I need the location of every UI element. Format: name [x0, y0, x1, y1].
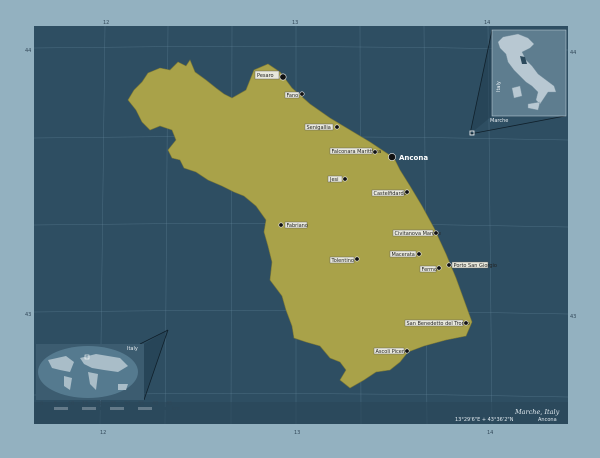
inset-italy: Italy Marche — [469, 29, 567, 136]
map-title: Marche, Italy — [514, 408, 560, 416]
tick-top-1: 13 — [292, 20, 298, 26]
tick-top-2: 14 — [484, 20, 490, 26]
city-castelfidardo[interactable]: Castelfidardo — [371, 189, 410, 197]
svg-text:Ascoli Piceno: Ascoli Piceno — [376, 349, 409, 355]
city-porto-san-giorgio[interactable]: Porto San Giorgio — [446, 261, 497, 269]
tick-left-0: 44 — [25, 48, 31, 54]
tick-right-0: 44 — [570, 50, 576, 56]
city-pesaro[interactable]: Pesaro — [254, 70, 287, 81]
tick-bottom-0: 12 — [100, 430, 106, 436]
footer: Marche, Italy 13°29'6"E + 43°36'2"N Anco… — [34, 402, 568, 424]
tick-bottom-2: 14 — [487, 430, 493, 436]
tick-left-1: 43 — [25, 312, 31, 318]
inset-world-label: Italy — [127, 346, 138, 352]
tick-top-0: 12 — [103, 20, 109, 26]
tick-right-1: 43 — [570, 314, 576, 320]
svg-text:Porto San Giorgio: Porto San Giorgio — [454, 263, 497, 269]
coordinates: 13°29'6"E + 43°36'2"N — [455, 417, 514, 423]
svg-text:Fano: Fano — [287, 93, 299, 99]
city-civitanova[interactable]: Civitanova Marche — [392, 229, 441, 237]
tick-bottom-1: 13 — [294, 430, 300, 436]
svg-text:Castelfidardo: Castelfidardo — [374, 191, 407, 197]
city-ascoli-piceno[interactable]: Ascoli Piceno — [373, 347, 410, 355]
inset-italy-label: Italy — [496, 81, 502, 92]
svg-text:Jesi: Jesi — [329, 177, 339, 183]
inset-marche-label: Marche — [490, 118, 508, 124]
svg-text:Fabriano: Fabriano — [287, 223, 308, 229]
map-frame: 12 13 14 44 43 44 43 12 13 14 Pesaro Fan… — [0, 0, 600, 458]
city-falconara[interactable]: Falconara Marittima — [329, 147, 381, 155]
svg-text:San Benedetto del Tronto: San Benedetto del Tronto — [407, 321, 470, 327]
map-canvas[interactable]: 12 13 14 44 43 44 43 12 13 14 Pesaro Fan… — [0, 0, 600, 458]
inset-world: Italy — [36, 329, 169, 401]
svg-text:Tolentino: Tolentino — [331, 258, 354, 264]
svg-text:Macerata: Macerata — [392, 252, 415, 258]
svg-text:Senigallia: Senigallia — [307, 125, 331, 131]
svg-text:Pesaro: Pesaro — [257, 73, 274, 79]
capital-ref: Ancona — [538, 417, 557, 423]
city-san-benedetto[interactable]: San Benedetto del Tronto — [404, 319, 470, 327]
svg-text:Fermo: Fermo — [422, 267, 438, 273]
svg-text:Ancona: Ancona — [399, 154, 428, 162]
